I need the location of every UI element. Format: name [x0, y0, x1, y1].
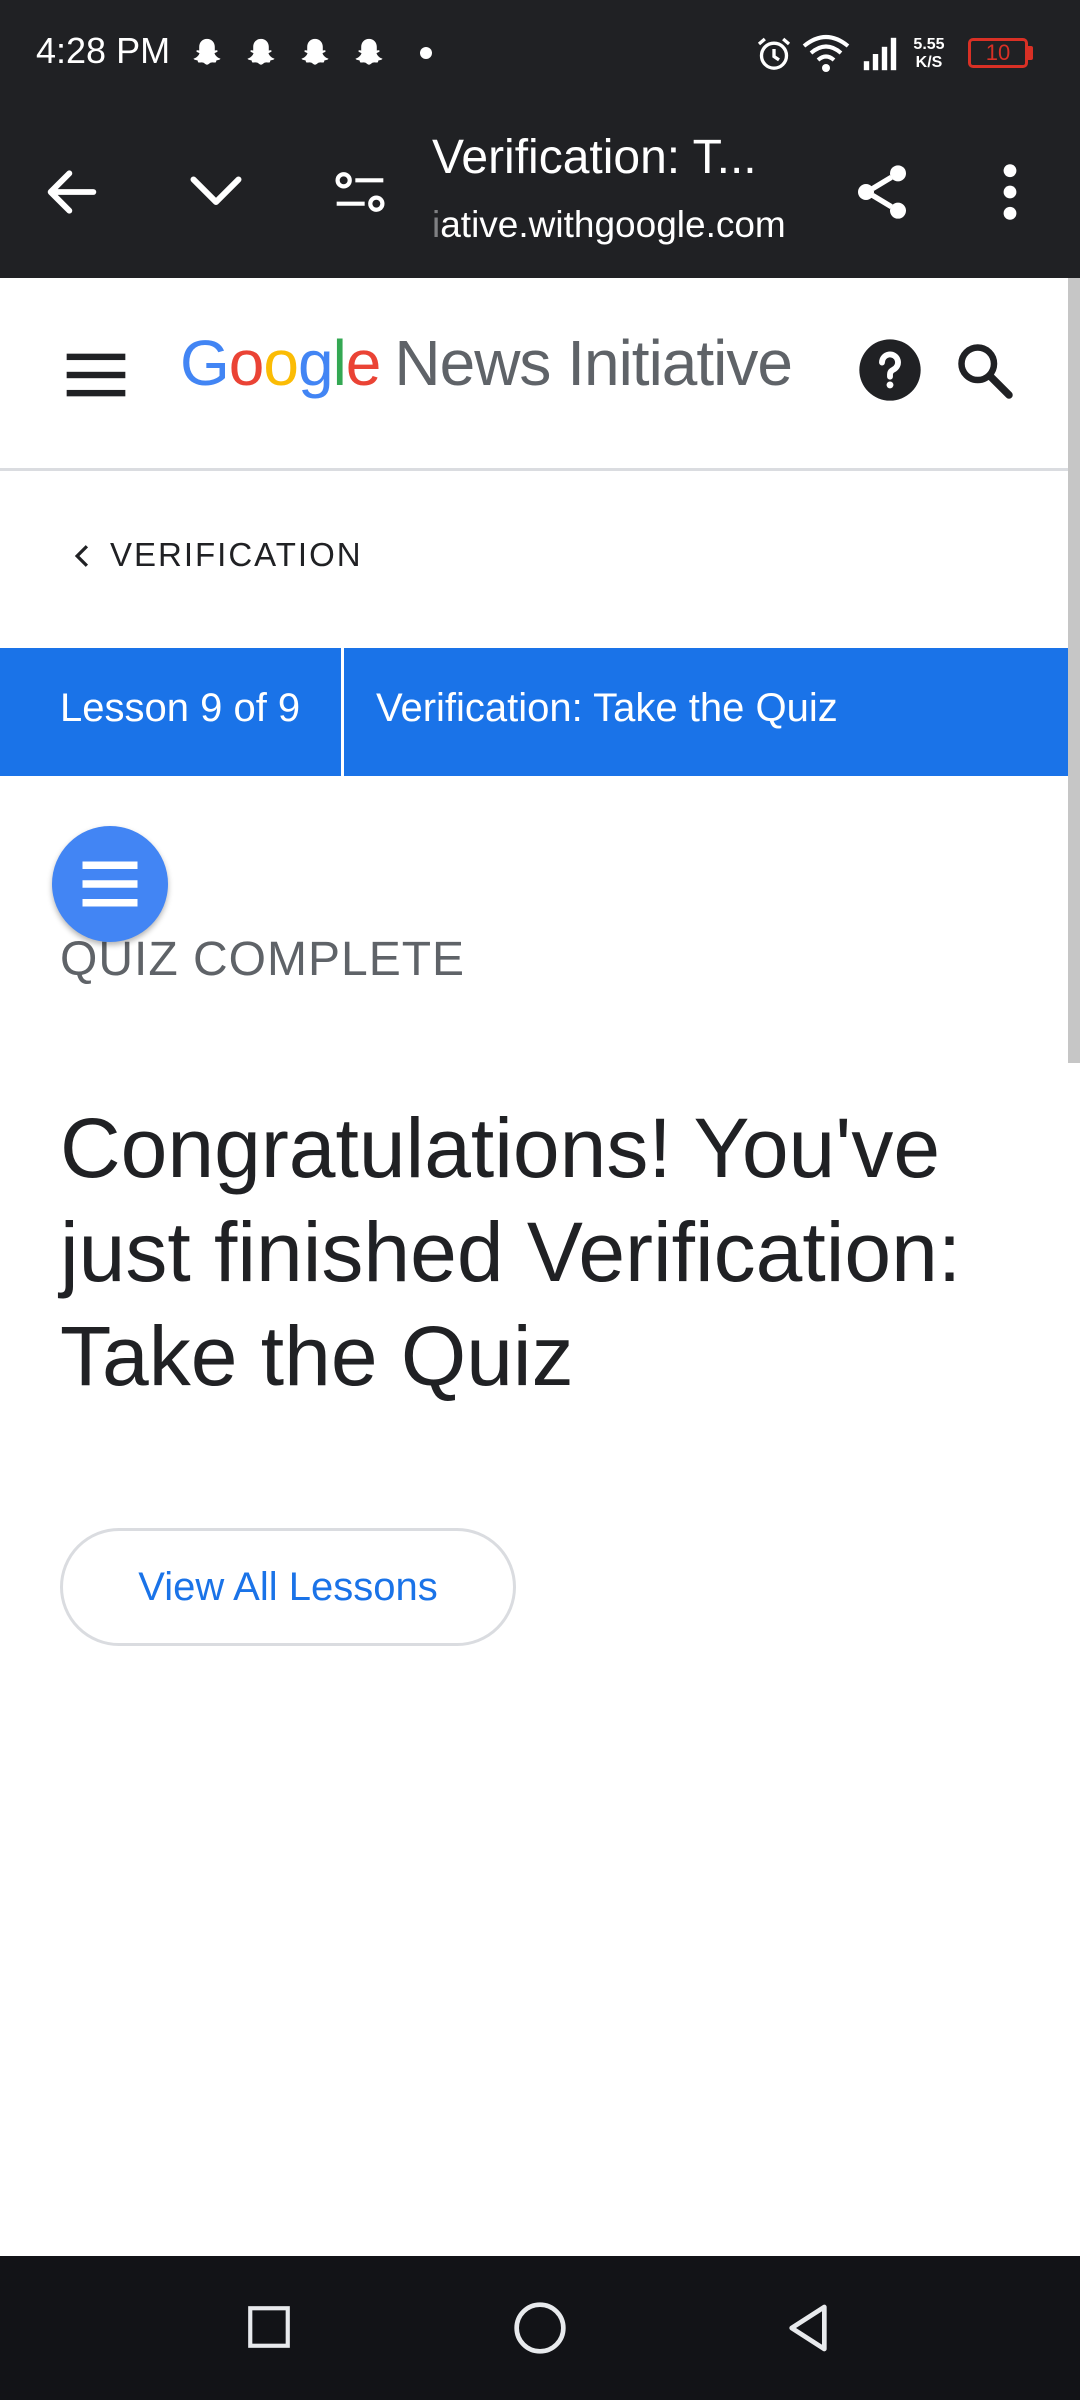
back-triangle-icon[interactable]: [780, 2300, 836, 2356]
chevron-down-icon[interactable]: [184, 162, 248, 222]
lesson-menu-fab[interactable]: [52, 826, 168, 942]
tab-url[interactable]: iative.withgoogle.com: [432, 204, 812, 246]
help-icon[interactable]: [858, 338, 922, 402]
logo-letter: g: [297, 327, 334, 399]
scrollbar-thumb[interactable]: [1068, 278, 1080, 1063]
home-circle-icon[interactable]: [512, 2300, 568, 2356]
logo-letter: o: [263, 327, 299, 399]
logo-letter: G: [180, 327, 230, 399]
breadcrumb-label: VERIFICATION: [110, 536, 363, 573]
alarm-icon: [757, 37, 791, 70]
logo-letter: o: [228, 327, 265, 399]
google-news-initiative-logo[interactable]: Google News Initiative: [180, 326, 793, 400]
lesson-divider: [341, 648, 344, 776]
recents-square-icon[interactable]: [244, 2302, 294, 2352]
snapchat-icon: [355, 38, 383, 65]
url-faded-prefix: i: [432, 204, 441, 245]
view-all-lessons-button[interactable]: View All Lessons: [60, 1528, 516, 1646]
congrats-heading: Congratulations! You've just finished Ve…: [60, 1101, 962, 1403]
snapchat-icon: [247, 38, 275, 65]
menu-icon: [82, 861, 138, 907]
net-speed-value: 5.55: [913, 36, 945, 53]
logo-product-name: News Initiative: [394, 327, 793, 399]
notification-dot: [420, 47, 432, 59]
share-icon[interactable]: [850, 160, 914, 224]
more-vert-icon[interactable]: [990, 160, 1030, 224]
logo-letter: l: [332, 327, 347, 399]
tab-title[interactable]: Verification: T...: [432, 130, 792, 185]
lesson-count: Lesson 9 of 9: [60, 686, 301, 730]
url-text: ative.withgoogle.com: [440, 204, 786, 245]
status-time: 4:28 PM: [36, 30, 171, 71]
breadcrumb[interactable]: VERIFICATION: [72, 536, 363, 574]
back-arrow-icon[interactable]: [40, 160, 104, 224]
battery-icon: 10: [968, 38, 1028, 68]
snapchat-icon: [193, 38, 221, 65]
logo-letter: e: [345, 327, 382, 399]
net-speed-unit: K/S: [915, 54, 943, 71]
signal-icon: [863, 37, 897, 71]
menu-icon[interactable]: [64, 350, 128, 400]
chevron-left-icon: [74, 545, 89, 567]
snapchat-icon: [301, 38, 329, 65]
wifi-icon: [802, 35, 850, 72]
battery-tip: [1028, 46, 1033, 60]
page-controls-icon[interactable]: [332, 164, 388, 220]
net-speed: 5.55 K/S: [907, 36, 951, 72]
search-icon[interactable]: [954, 340, 1014, 400]
battery-level: 10: [985, 40, 1011, 65]
lesson-title: Verification: Take the Quiz: [376, 686, 838, 730]
